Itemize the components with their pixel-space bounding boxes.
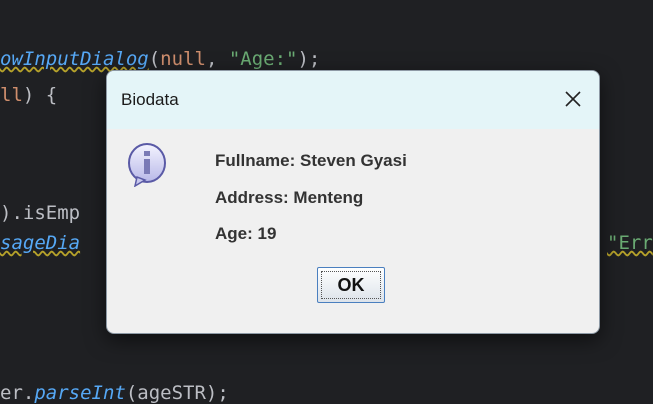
address-text: Address: Menteng	[215, 188, 364, 207]
code-text: ).isEmp	[0, 202, 81, 224]
code-line-4-string: "Err	[607, 232, 653, 254]
code-string: "Err	[607, 232, 653, 254]
code-keyword: ll	[0, 84, 23, 106]
fullname-text: Fullname: Steven Gyasi	[215, 151, 407, 170]
code-line-3: ).isEmp	[0, 202, 80, 224]
information-icon	[128, 143, 166, 187]
code-method-name: parseInt	[34, 382, 126, 404]
code-method-name: owInputDialog	[0, 48, 149, 70]
age-text: Age: 19	[215, 224, 277, 243]
code-string: "Age:"	[228, 48, 298, 70]
close-button[interactable]	[553, 81, 593, 117]
code-keyword: null	[160, 48, 206, 70]
ok-button-label: OK	[321, 271, 381, 299]
code-line-4: sageDia	[0, 232, 80, 254]
code-method-name: sageDia	[0, 232, 81, 254]
code-paren: );	[297, 48, 321, 70]
biodata-dialog: Biodata Fullname: Steven Gyasi Address: …	[106, 70, 600, 334]
dialog-titlebar[interactable]: Biodata	[107, 71, 599, 129]
code-line-5: er.parseInt(ageSTR);	[0, 382, 229, 404]
close-icon	[565, 91, 581, 107]
code-paren: (	[148, 48, 161, 70]
code-line-2: ll) {	[0, 84, 57, 106]
ok-button[interactable]: OK	[317, 267, 385, 303]
code-text: ) {	[22, 84, 58, 106]
code-text: er.	[0, 382, 35, 404]
code-text: (ageSTR);	[125, 382, 229, 404]
code-line-1: owInputDialog(null, "Age:");	[0, 48, 320, 70]
code-separator: ,	[205, 48, 229, 70]
dialog-title: Biodata	[121, 90, 179, 109]
